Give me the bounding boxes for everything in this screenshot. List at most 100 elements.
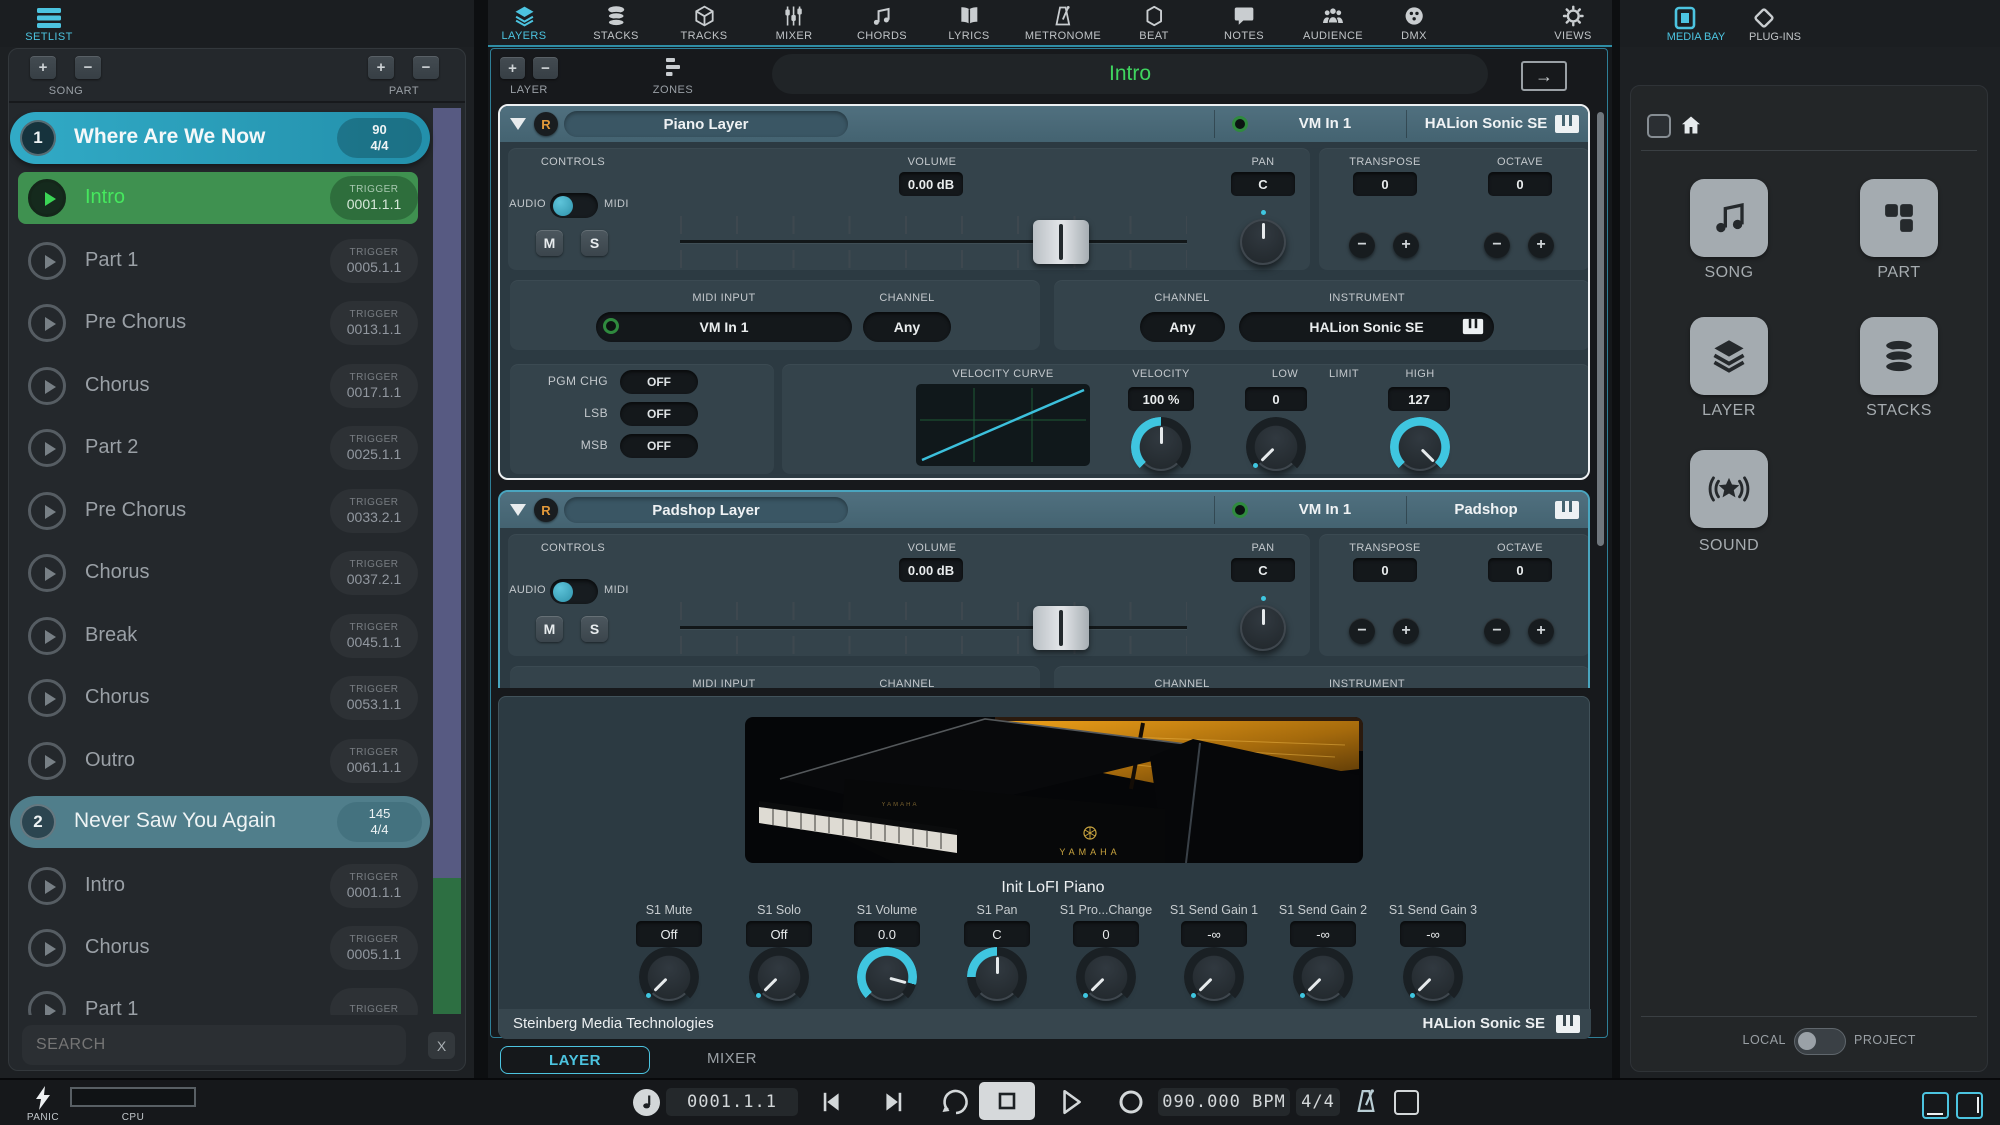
volume-value[interactable]: 0.00 dB — [899, 558, 963, 582]
param-value[interactable]: C — [964, 921, 1030, 947]
play-icon[interactable] — [28, 617, 66, 655]
media-tile-sound[interactable] — [1690, 450, 1768, 528]
layer-input-display[interactable]: VM In 1 — [1250, 115, 1400, 132]
low-value[interactable]: 0 — [1245, 387, 1307, 411]
transpose-minus-button[interactable]: − — [1349, 232, 1375, 258]
part-row[interactable]: Part 1 TRIGGER — [18, 984, 418, 1015]
tab-chords[interactable]: CHORDS — [857, 4, 907, 42]
tab-lyrics[interactable]: LYRICS — [948, 4, 989, 42]
media-tile-stacks[interactable] — [1860, 317, 1938, 395]
play-icon[interactable] — [28, 242, 66, 280]
param-knob[interactable] — [857, 947, 917, 1007]
play-icon[interactable] — [28, 554, 66, 592]
layer-panel-padshop[interactable]: R Padshop Layer VM In 1 Padshop CONTROLS… — [498, 490, 1590, 688]
audio-midi-toggle[interactable] — [550, 193, 598, 218]
filter-checkbox[interactable] — [1647, 114, 1671, 138]
tab-layer-bottom[interactable]: LAYER — [500, 1046, 650, 1074]
param-value[interactable]: 0.0 — [854, 921, 920, 947]
high-value[interactable]: 127 — [1388, 387, 1450, 411]
local-project-toggle[interactable] — [1794, 1028, 1846, 1055]
audio-midi-toggle[interactable] — [550, 579, 598, 604]
midi-input-selector[interactable]: VM In 1 — [596, 312, 852, 342]
add-part-button[interactable]: + — [368, 56, 394, 79]
position-display[interactable]: 0001.1.1 — [666, 1088, 798, 1116]
instrument-selector[interactable]: HALion Sonic SE — [1239, 312, 1494, 342]
octave-plus-button[interactable]: + — [1528, 232, 1554, 258]
low-knob[interactable] — [1246, 417, 1306, 477]
keyboard-icon[interactable] — [1554, 114, 1580, 134]
play-icon[interactable] — [28, 867, 66, 905]
tab-tracks[interactable]: TRACKS — [680, 4, 727, 42]
part-row[interactable]: Break TRIGGER 0045.1.1 — [18, 610, 418, 662]
part-row[interactable]: Chorus TRIGGER 0037.2.1 — [18, 547, 418, 599]
mute-button[interactable]: M — [536, 616, 563, 642]
pan-knob[interactable] — [1240, 596, 1286, 651]
part-row[interactable]: Part 1 TRIGGER 0005.1.1 — [18, 235, 418, 287]
mute-button[interactable]: M — [536, 230, 563, 256]
volume-value[interactable]: 0.00 dB — [899, 172, 963, 196]
song-row[interactable]: 1 Where Are We Now 90 4/4 — [10, 112, 430, 164]
next-part-button[interactable]: → — [1521, 61, 1567, 91]
home-icon[interactable] — [1679, 113, 1703, 137]
media-tile-layer[interactable] — [1690, 317, 1768, 395]
media-tile-part[interactable] — [1860, 179, 1938, 257]
transpose-plus-button[interactable]: + — [1393, 232, 1419, 258]
part-row[interactable]: Chorus TRIGGER 0017.1.1 — [18, 360, 418, 412]
part-row[interactable]: Pre Chorus TRIGGER 0033.2.1 — [18, 485, 418, 537]
tab-notes[interactable]: NOTES — [1224, 4, 1264, 42]
volume-fader-handle[interactable] — [1033, 220, 1089, 264]
keyboard-icon[interactable] — [1555, 1014, 1581, 1034]
tab-stacks[interactable]: STACKS — [593, 4, 639, 42]
keyboard-icon[interactable] — [1554, 500, 1580, 520]
pan-value[interactable]: C — [1231, 558, 1295, 582]
record-button[interactable] — [1117, 1088, 1145, 1116]
layer-instrument-display[interactable]: Padshop — [1420, 501, 1552, 518]
play-icon[interactable] — [28, 991, 66, 1015]
velocity-curve-graph[interactable] — [916, 384, 1090, 466]
cycle-icon[interactable] — [941, 1088, 971, 1116]
part-row[interactable]: Outro TRIGGER 0061.1.1 — [18, 735, 418, 787]
tab-beat[interactable]: BEAT — [1139, 4, 1169, 42]
solo-button[interactable]: S — [581, 230, 608, 256]
play-icon[interactable] — [28, 929, 66, 967]
play-button[interactable] — [1058, 1088, 1084, 1116]
velocity-value[interactable]: 100 % — [1128, 387, 1194, 411]
transpose-value[interactable]: 0 — [1353, 558, 1417, 582]
volume-fader-track[interactable] — [680, 626, 1187, 629]
add-song-button[interactable]: + — [30, 56, 56, 79]
click-icon[interactable] — [633, 1089, 660, 1116]
collapse-layer-button[interactable] — [510, 504, 526, 516]
play-icon[interactable] — [28, 304, 66, 342]
part-row[interactable]: Chorus TRIGGER 0053.1.1 — [18, 672, 418, 724]
divider-right[interactable] — [1612, 0, 1620, 1078]
lsb-button[interactable]: OFF — [620, 402, 698, 426]
layers-scrollbar[interactable] — [1597, 112, 1604, 546]
octave-value[interactable]: 0 — [1488, 558, 1552, 582]
active-part-display[interactable]: Intro — [772, 54, 1488, 94]
layer-panel-piano[interactable]: R Piano Layer VM In 1 HALion Sonic SE C O… — [498, 104, 1590, 480]
add-layer-button[interactable]: + — [500, 57, 525, 79]
remove-part-button[interactable]: − — [413, 56, 439, 79]
precount-checkbox[interactable] — [1394, 1090, 1419, 1115]
high-knob[interactable] — [1390, 417, 1450, 477]
tab-mixer[interactable]: MIXER — [776, 4, 813, 42]
part-row-active[interactable]: Intro TRIGGER 0001.1.1 — [18, 172, 418, 224]
record-arm-button[interactable]: R — [534, 112, 558, 136]
tab-views[interactable]: VIEWS — [1554, 4, 1591, 42]
part-row[interactable]: Pre Chorus TRIGGER 0013.1.1 — [18, 297, 418, 349]
divider-left[interactable] — [474, 0, 488, 1078]
toggle-bottom-zone-button[interactable] — [1922, 1092, 1949, 1119]
zones-icon[interactable] — [662, 56, 684, 80]
param-knob[interactable] — [1184, 947, 1244, 1007]
record-arm-button[interactable]: R — [534, 498, 558, 522]
octave-plus-button[interactable]: + — [1528, 618, 1554, 644]
msb-button[interactable]: OFF — [620, 434, 698, 458]
part-row[interactable]: Part 2 TRIGGER 0025.1.1 — [18, 422, 418, 474]
tab-mixer-bottom[interactable]: MIXER — [672, 1050, 792, 1067]
param-knob[interactable] — [967, 947, 1027, 1007]
param-knob[interactable] — [1403, 947, 1463, 1007]
out-channel-selector[interactable]: Any — [1140, 312, 1225, 342]
layer-name-field[interactable]: Piano Layer — [564, 111, 848, 137]
pan-value[interactable]: C — [1231, 172, 1295, 196]
transpose-minus-button[interactable]: − — [1349, 618, 1375, 644]
